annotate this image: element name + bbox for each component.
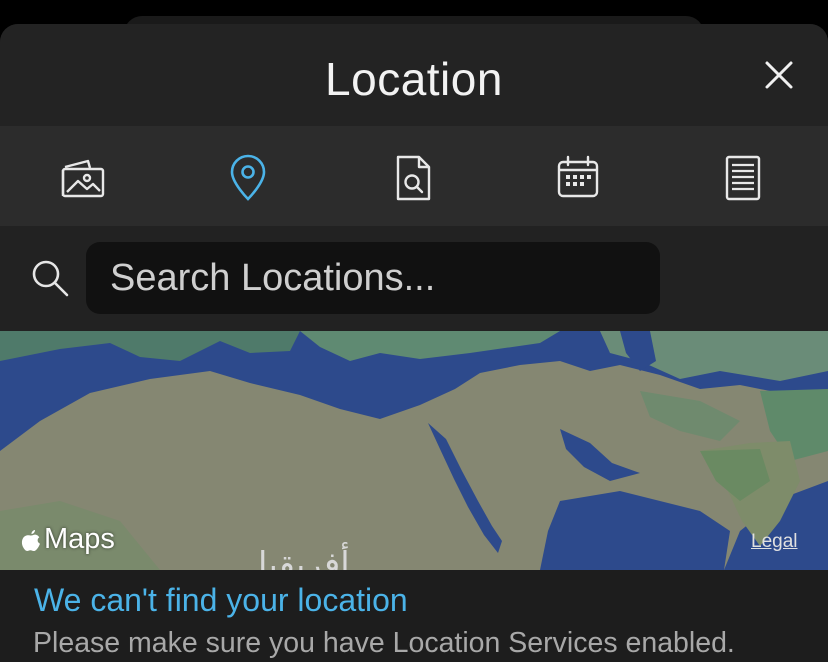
location-sheet: Location Search Locations... Maps أفريقي… bbox=[0, 24, 828, 662]
map-view[interactable]: Maps أفريقيا Legal bbox=[0, 331, 828, 570]
attachment-tab-bar bbox=[0, 126, 828, 226]
close-button[interactable] bbox=[762, 58, 796, 92]
legal-link[interactable]: Legal bbox=[751, 531, 798, 553]
maps-label: Maps bbox=[44, 523, 115, 555]
search-field[interactable] bbox=[86, 242, 660, 314]
tab-photos[interactable] bbox=[57, 152, 109, 204]
sheet-header: Location bbox=[0, 24, 828, 126]
tab-calendar[interactable] bbox=[552, 152, 604, 204]
location-pin-icon bbox=[230, 154, 266, 201]
status-message: Please make sure you have Location Servi… bbox=[33, 627, 735, 659]
apple-logo-icon bbox=[21, 529, 40, 551]
search-icon bbox=[32, 260, 69, 297]
document-search-icon bbox=[396, 155, 431, 201]
photos-icon bbox=[61, 159, 105, 198]
tab-location[interactable] bbox=[222, 152, 274, 204]
map-terrain bbox=[0, 331, 828, 570]
tab-notes[interactable] bbox=[717, 152, 769, 204]
page-title: Location bbox=[325, 53, 503, 105]
map-region-label: أفريقيا bbox=[258, 545, 350, 570]
list-document-icon bbox=[725, 155, 761, 201]
search-input[interactable] bbox=[108, 255, 638, 301]
search-row bbox=[0, 226, 828, 331]
calendar-icon bbox=[557, 155, 599, 198]
apple-maps-attribution: Maps bbox=[20, 523, 115, 556]
location-status: We can't find your location Please make … bbox=[0, 570, 828, 662]
status-title: We can't find your location bbox=[34, 582, 408, 618]
close-icon bbox=[765, 61, 793, 89]
tab-document-search[interactable] bbox=[387, 152, 439, 204]
